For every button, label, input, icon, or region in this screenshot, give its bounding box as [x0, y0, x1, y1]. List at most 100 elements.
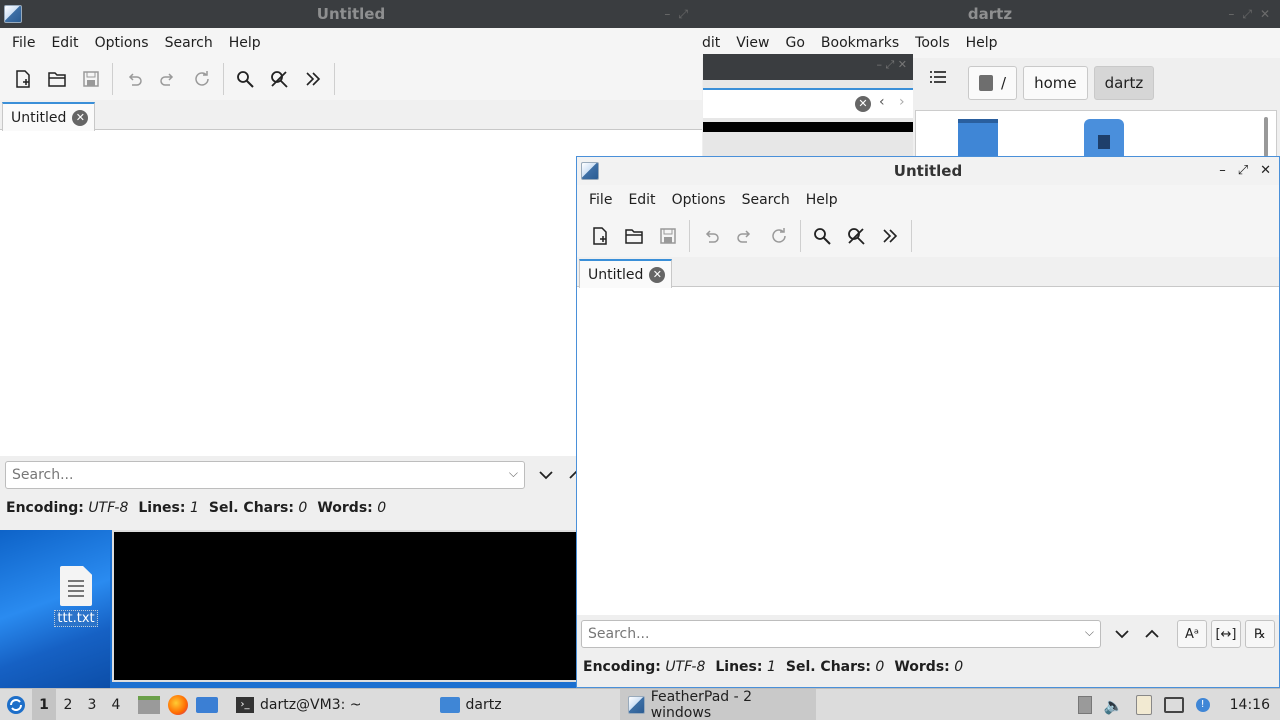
search-input[interactable]: Search... ⌵: [581, 620, 1101, 648]
breadcrumb-root[interactable]: /: [968, 66, 1018, 100]
find-previous-button[interactable]: [1137, 620, 1167, 648]
back-window-titlebar[interactable]: Untitled – ⤢: [0, 0, 702, 28]
close-icon[interactable]: ✕: [1260, 163, 1271, 178]
file-manager-titlebar[interactable]: dartz – ⤢ ✕: [700, 0, 1280, 28]
new-file-button[interactable]: [583, 219, 617, 253]
new-file-button[interactable]: [6, 62, 40, 96]
redo-icon: [737, 230, 751, 243]
close-icon[interactable]: ✕: [1260, 7, 1270, 22]
task-featherpad[interactable]: FeatherPad - 2 windows: [619, 688, 816, 720]
double-chevron-right-icon: [306, 72, 321, 86]
menu-help[interactable]: Help: [221, 35, 269, 51]
encoding-value: UTF-8: [88, 500, 129, 516]
find-button[interactable]: [228, 62, 262, 96]
clipboard-icon[interactable]: [1135, 695, 1152, 715]
redo-button[interactable]: [151, 62, 185, 96]
reload-button[interactable]: [762, 219, 796, 253]
task-file-manager[interactable]: dartz: [432, 689, 510, 720]
list-view-icon[interactable]: [930, 70, 946, 88]
menu-options[interactable]: Options: [87, 35, 157, 51]
menu-view[interactable]: View: [728, 35, 777, 51]
firefox-icon[interactable]: [168, 694, 188, 715]
find-next-button[interactable]: [531, 461, 561, 489]
undo-button[interactable]: [694, 219, 728, 253]
menu-edit[interactable]: Edit: [43, 35, 86, 51]
tab-untitled[interactable]: Untitled ✕: [579, 259, 673, 288]
subwindow-path-field[interactable]: ✕ ‹ ›: [703, 88, 913, 118]
menu-edit[interactable]: Edit: [620, 192, 663, 208]
undo-button[interactable]: [117, 62, 151, 96]
clock[interactable]: 14:16: [1230, 697, 1270, 713]
clear-icon[interactable]: ✕: [855, 96, 871, 112]
menu-bookmarks[interactable]: Bookmarks: [813, 35, 907, 51]
save-button[interactable]: [74, 62, 108, 96]
file-manager-file-view[interactable]: [915, 110, 1277, 160]
tab-close-icon[interactable]: ✕: [649, 266, 666, 283]
menu-help[interactable]: Help: [798, 192, 846, 208]
scrollbar[interactable]: [1264, 117, 1268, 157]
volume-icon[interactable]: 🔈: [1104, 696, 1124, 715]
update-notifier-icon[interactable]: !: [1195, 698, 1210, 712]
search-input[interactable]: Search... ⌵: [5, 461, 525, 489]
workspace-3[interactable]: 3: [80, 697, 104, 713]
file-cabinet-launcher-icon[interactable]: [138, 695, 160, 714]
drive-icon: [979, 75, 993, 91]
menu-help[interactable]: Help: [958, 35, 1006, 51]
minimize-icon[interactable]: –: [664, 7, 670, 22]
tray-arrow-icon[interactable]: [1077, 696, 1092, 714]
maximize-icon[interactable]: ⤢: [678, 7, 688, 22]
open-file-button[interactable]: [617, 219, 651, 253]
words-value: 0: [954, 659, 964, 675]
redo-button[interactable]: [728, 219, 762, 253]
menu-file[interactable]: File: [4, 35, 43, 51]
workspace-2[interactable]: 2: [56, 697, 80, 713]
regex-button[interactable]: ℞: [1245, 620, 1275, 648]
chevron-down-icon[interactable]: ⌵: [1085, 625, 1094, 640]
show-desktop-icon[interactable]: [196, 696, 218, 713]
find-next-button[interactable]: [1107, 620, 1137, 648]
menu-edit[interactable]: dit: [700, 35, 728, 51]
folder-icon[interactable]: [958, 119, 998, 159]
workspace-1[interactable]: 1: [32, 688, 56, 720]
folder-documents-icon[interactable]: [1084, 119, 1124, 159]
desktop-file-ttt[interactable]: ttt.txt: [52, 566, 100, 627]
clear-search-button[interactable]: [262, 62, 296, 96]
open-file-button[interactable]: [40, 62, 74, 96]
tab-untitled[interactable]: Untitled ✕: [2, 102, 96, 131]
breadcrumb-home[interactable]: home: [1023, 66, 1088, 100]
chevron-down-icon[interactable]: ⌵: [509, 466, 518, 481]
menu-tools[interactable]: Tools: [907, 35, 958, 51]
reload-button[interactable]: [185, 62, 219, 96]
front-window-editor[interactable]: [577, 287, 1279, 615]
chevron-left-icon[interactable]: ‹: [879, 94, 885, 110]
terminal-window[interactable]: [112, 530, 582, 682]
breadcrumb-dartz[interactable]: dartz: [1093, 66, 1155, 100]
menu-options[interactable]: Options: [664, 192, 734, 208]
match-case-button[interactable]: Aᵃ: [1177, 620, 1207, 648]
featherpad-app-icon: [627, 695, 645, 714]
file-manager-window-controls: – ⤢ ✕: [1228, 7, 1270, 22]
menu-file[interactable]: File: [581, 192, 620, 208]
menu-search[interactable]: Search: [157, 35, 221, 51]
jump-button[interactable]: [296, 62, 330, 96]
chevron-right-icon[interactable]: ›: [899, 94, 905, 110]
network-icon[interactable]: [1163, 697, 1184, 713]
whole-word-button[interactable]: [↔]: [1211, 620, 1241, 648]
jump-button[interactable]: [873, 219, 907, 253]
lines-value: 1: [189, 500, 199, 516]
menu-go[interactable]: Go: [778, 35, 813, 51]
minimize-icon[interactable]: –: [1228, 7, 1234, 22]
front-window-titlebar[interactable]: Untitled – ⤢ ✕: [577, 157, 1279, 185]
maximize-icon[interactable]: ⤢: [1242, 7, 1252, 22]
maximize-icon[interactable]: ⤢: [1238, 163, 1248, 178]
task-terminal[interactable]: ›_ dartz@VM3: ~: [228, 689, 370, 720]
clear-search-button[interactable]: [839, 219, 873, 253]
menu-search[interactable]: Search: [734, 192, 798, 208]
workspace-4[interactable]: 4: [104, 697, 128, 713]
find-button[interactable]: [805, 219, 839, 253]
minimize-icon[interactable]: –: [1219, 163, 1226, 178]
save-button[interactable]: [651, 219, 685, 253]
start-menu-button[interactable]: [0, 695, 32, 715]
lines-label: Lines:: [715, 659, 763, 675]
tab-close-icon[interactable]: ✕: [72, 109, 89, 126]
